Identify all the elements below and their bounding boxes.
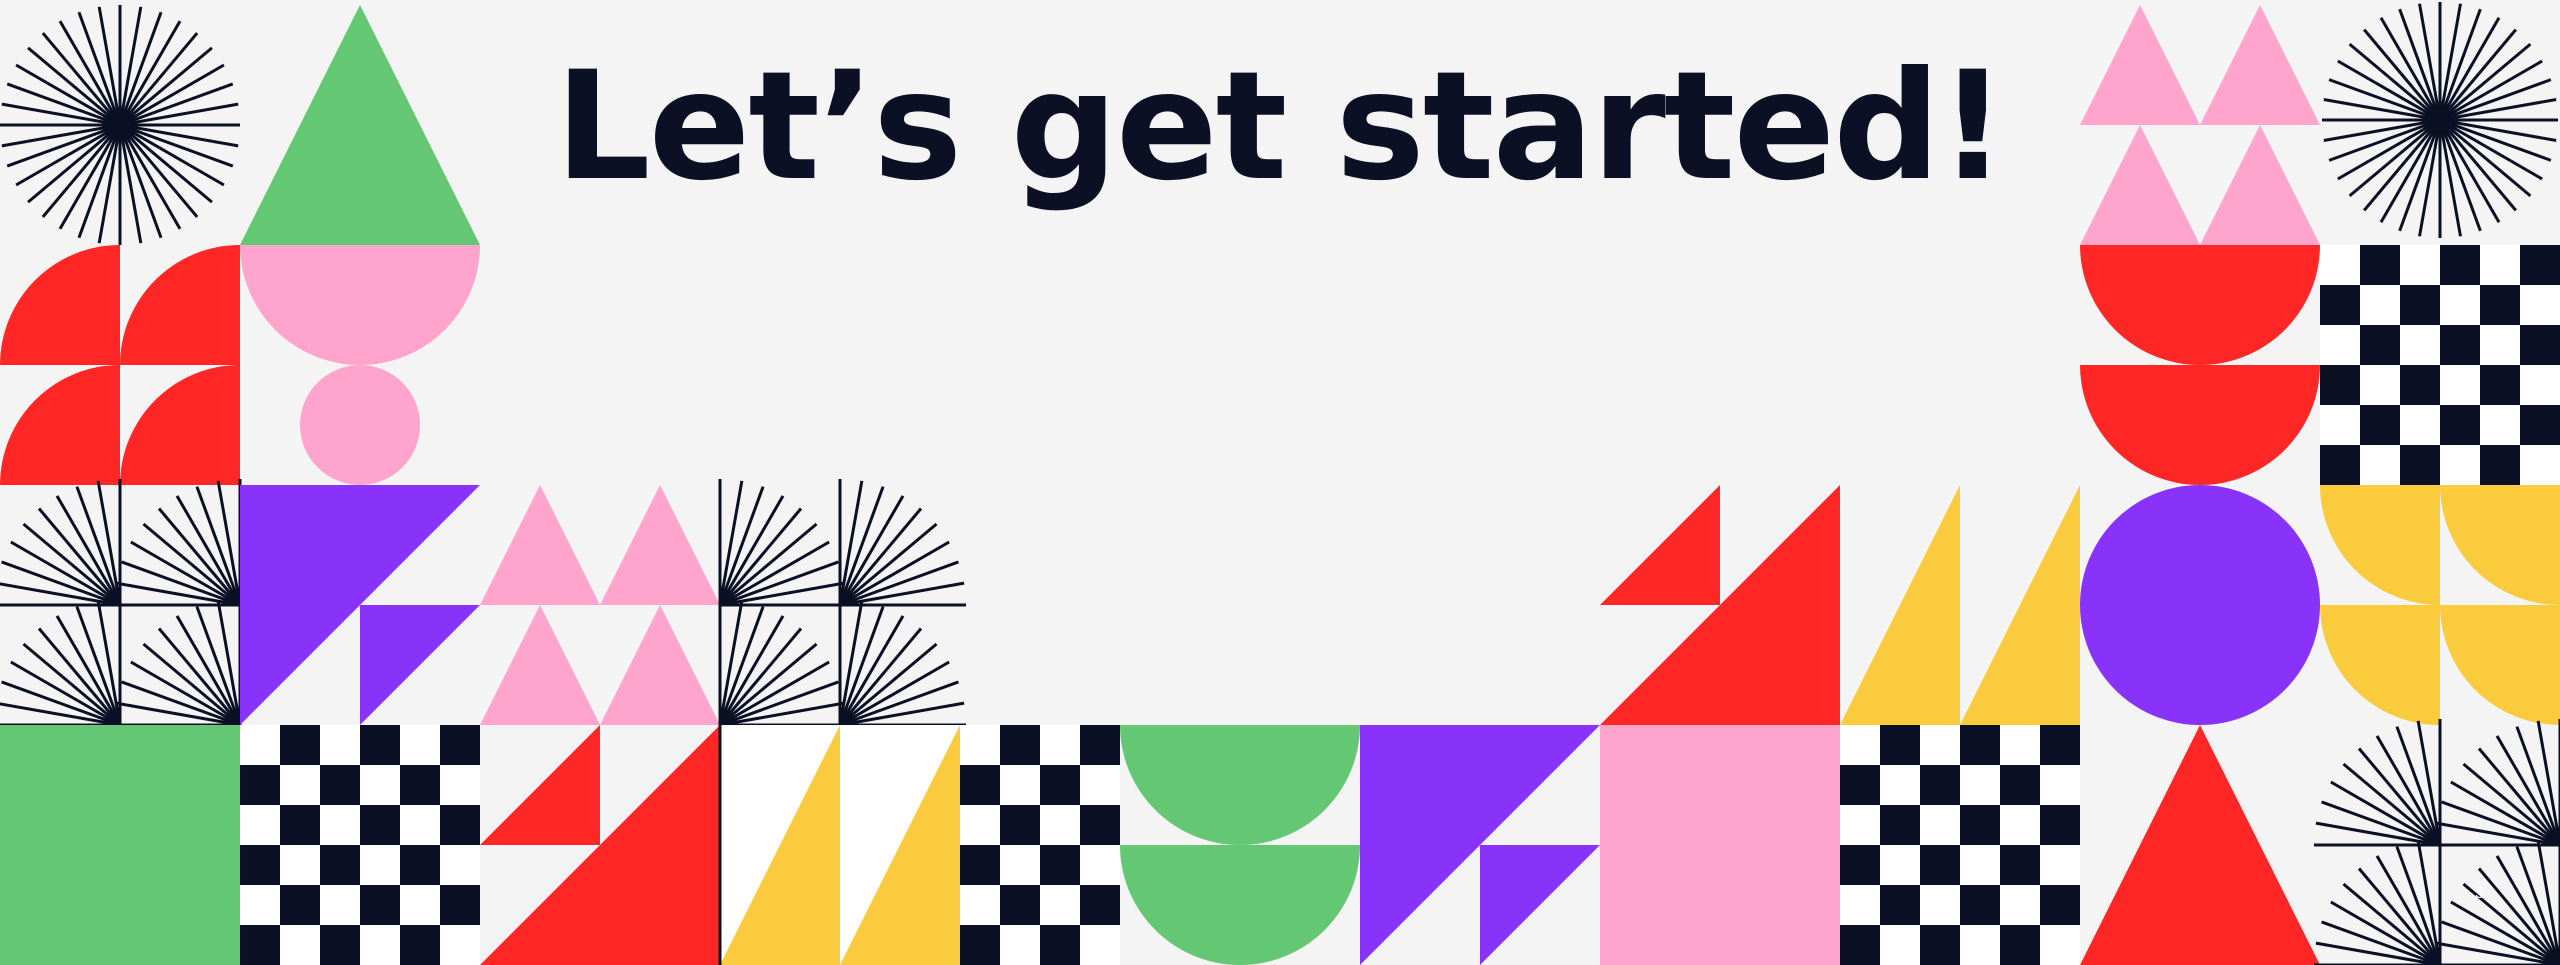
fan-burst-icon [2314, 839, 2442, 965]
fan-burst-icon [838, 599, 966, 727]
red-half-circle [2080, 365, 2320, 485]
quarter-circle [2440, 605, 2560, 725]
red-triangle [2080, 725, 2320, 965]
page-number: 3 [2475, 885, 2484, 902]
quarter-circle [2440, 485, 2560, 605]
red-half-circle [2080, 245, 2320, 365]
fan-burst-icon [2434, 719, 2560, 847]
purple-circle [2080, 485, 2320, 725]
quarter-circle [0, 365, 120, 485]
fan-burst-icon [0, 479, 122, 607]
green-square [0, 725, 240, 965]
fan-burst-icon [114, 479, 242, 607]
yellow-triangles [718, 725, 960, 965]
fan-grid-lines [2320, 725, 2560, 965]
red-triangles [480, 725, 720, 965]
fan-burst-icon [718, 479, 846, 607]
checkerboard-pattern [960, 725, 1120, 965]
quarter-circle [2320, 485, 2440, 605]
checkerboard-pattern [1840, 725, 2080, 965]
pink-circle [300, 365, 420, 485]
fan-burst-icon [2314, 719, 2442, 847]
pink-square [1600, 725, 1840, 965]
green-half-circle [1120, 845, 1360, 965]
yellow-triangles [1840, 485, 2080, 725]
pink-triangles [480, 485, 720, 725]
green-half-circle [1120, 725, 1360, 845]
fan-grid-lines [718, 485, 960, 727]
pink-half-circle [240, 245, 480, 365]
quarter-circle [120, 245, 240, 365]
quarter-circle [2320, 605, 2440, 725]
checkerboard-pattern [2320, 245, 2560, 485]
fan-burst-icon [718, 599, 846, 727]
fan-burst-icon [114, 599, 242, 727]
red-triangles [1600, 485, 1840, 725]
fan-burst-icon [2434, 839, 2560, 965]
fan-burst-icon [838, 479, 966, 607]
fan-burst-icon [0, 599, 122, 727]
quarter-circle [120, 365, 240, 485]
quarter-circle [0, 245, 120, 365]
checkerboard-pattern [240, 725, 480, 965]
purple-triangles [1360, 725, 1600, 965]
purple-small-triangle [360, 605, 480, 725]
page-title: Let’s get started! [555, 40, 2007, 214]
